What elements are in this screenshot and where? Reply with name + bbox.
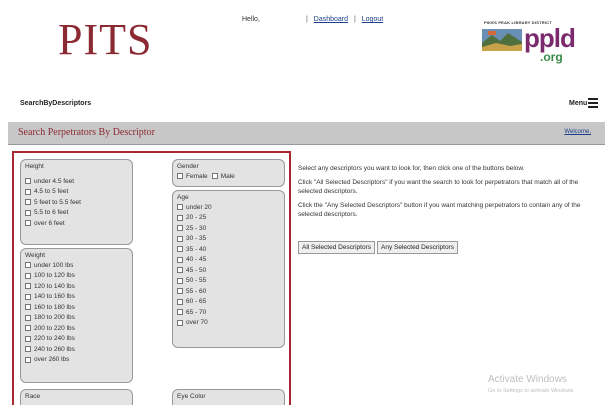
checkbox[interactable] (177, 256, 183, 263)
race-label: Race (25, 393, 41, 400)
ppld-domain: .org (540, 50, 563, 64)
breadcrumb: SearchByDescriptors (20, 100, 92, 107)
age-option[interactable]: 50 - 55 (177, 276, 280, 287)
age-option[interactable]: 20 - 25 (177, 213, 280, 224)
age-option[interactable]: 40 - 45 (177, 255, 280, 266)
checkbox[interactable] (177, 173, 183, 180)
weight-option[interactable]: 120 to 140 lbs (25, 281, 128, 292)
checkbox[interactable] (25, 283, 31, 290)
checkbox[interactable] (177, 309, 183, 316)
age-option[interactable]: 25 - 30 (177, 223, 280, 234)
checkbox[interactable] (177, 319, 183, 326)
weight-option[interactable]: 220 to 240 lbs (25, 334, 128, 345)
watermark-title: Activate Windows (488, 374, 567, 385)
weight-option[interactable]: 100 to 120 lbs (25, 271, 128, 282)
checkbox[interactable] (25, 304, 31, 311)
weight-option[interactable]: 180 to 200 lbs (25, 313, 128, 324)
weight-option[interactable]: 240 to 260 lbs (25, 344, 128, 355)
eye-color-label: Eye Color (177, 393, 206, 400)
checkbox[interactable] (25, 199, 31, 206)
site-header: PITS Hello, | Dashboard | Logout PIKES P… (0, 0, 607, 92)
header-links: | Dashboard | Logout (302, 16, 383, 23)
weight-option[interactable]: under 100 lbs (25, 260, 128, 271)
weight-option[interactable]: over 260 lbs (25, 355, 128, 366)
hello-text: Hello, (242, 16, 260, 23)
eye-color-group: Eye Color (172, 389, 285, 405)
height-label: Height (25, 163, 44, 170)
age-option[interactable]: under 20 (177, 202, 280, 213)
weight-option[interactable]: 200 to 220 lbs (25, 323, 128, 334)
checkbox[interactable] (177, 298, 183, 305)
checkbox[interactable] (25, 325, 31, 332)
checkbox[interactable] (25, 346, 31, 353)
instructions: Select any descriptors you want to look … (298, 164, 598, 224)
hamburger-menu-icon[interactable] (588, 98, 598, 108)
height-group: Height under 4.5 feet 4.5 to 5 feet 5 fe… (20, 159, 133, 245)
welcome-link[interactable]: Welcome, (564, 129, 591, 135)
search-buttons: All Selected Descriptors Any Selected De… (298, 241, 460, 254)
weight-option[interactable]: 140 to 160 lbs (25, 292, 128, 303)
checkbox[interactable] (25, 272, 31, 279)
instruction-text: Click "All Selected Descriptors" if you … (298, 179, 579, 195)
height-option[interactable]: over 6 feet (25, 218, 128, 229)
descriptor-form: Height under 4.5 feet 4.5 to 5 feet 5 fe… (12, 151, 291, 405)
age-option[interactable]: over 70 (177, 318, 280, 329)
age-option[interactable]: 30 - 35 (177, 234, 280, 245)
age-option[interactable]: 45 - 50 (177, 265, 280, 276)
checkbox[interactable] (177, 246, 183, 253)
checkbox[interactable] (25, 262, 31, 269)
checkbox[interactable] (25, 209, 31, 216)
weight-option[interactable]: 160 to 180 lbs (25, 302, 128, 313)
race-group: Race (20, 389, 133, 405)
checkbox[interactable] (177, 225, 183, 232)
any-selected-descriptors-button[interactable]: Any Selected Descriptors (377, 241, 458, 254)
checkbox[interactable] (25, 188, 31, 195)
dashboard-link[interactable]: Dashboard (314, 16, 348, 23)
height-option[interactable]: 5.5 to 6 feet (25, 208, 128, 219)
age-option[interactable]: 35 - 40 (177, 244, 280, 255)
checkbox[interactable] (25, 356, 31, 363)
checkbox[interactable] (177, 235, 183, 242)
age-label: Age (177, 194, 189, 201)
logout-link[interactable]: Logout (362, 16, 383, 23)
age-option[interactable]: 60 - 65 (177, 297, 280, 308)
height-option[interactable]: 4.5 to 5 feet (25, 187, 128, 198)
checkbox[interactable] (177, 214, 183, 221)
instruction-text: Select any descriptors you want to look … (298, 165, 525, 172)
age-option[interactable]: 55 - 60 (177, 286, 280, 297)
menu-label[interactable]: Menu (569, 100, 587, 107)
gender-group: Gender Female Male (172, 159, 285, 187)
checkbox[interactable] (177, 267, 183, 274)
checkbox[interactable] (25, 314, 31, 321)
checkbox[interactable] (177, 288, 183, 295)
checkbox[interactable] (177, 277, 183, 284)
page-title: Search Perpetrators By Descriptor (18, 127, 155, 138)
page-title-bar: Search Perpetrators By Descriptor Welcom… (8, 122, 605, 145)
checkbox[interactable] (25, 220, 31, 227)
activate-windows-watermark: Activate Windows Go to Settings to activ… (488, 374, 575, 394)
mountain-photo-icon (482, 29, 522, 51)
height-option[interactable]: under 4.5 feet (25, 176, 128, 187)
ppld-logo[interactable]: PIKES PEAK LIBRARY DISTRICT ppld .org (480, 20, 580, 70)
pits-logo[interactable]: PITS (58, 14, 152, 65)
link-separator: | (353, 16, 356, 23)
weight-label: Weight (25, 252, 46, 259)
checkbox[interactable] (25, 293, 31, 300)
gender-option-female[interactable]: Female (177, 171, 208, 182)
checkbox[interactable] (25, 178, 31, 185)
watermark-subtitle: Go to Settings to activate Windows. (488, 388, 575, 394)
age-option[interactable]: 65 - 70 (177, 307, 280, 318)
link-separator: | (306, 16, 308, 23)
checkbox[interactable] (177, 204, 183, 211)
checkbox[interactable] (211, 173, 218, 180)
checkbox[interactable] (25, 335, 31, 342)
gender-label: Gender (177, 163, 199, 170)
all-selected-descriptors-button[interactable]: All Selected Descriptors (298, 241, 375, 254)
height-option[interactable]: 5 feet to 5.5 feet (25, 197, 128, 208)
gender-option-male[interactable]: Male (211, 171, 235, 182)
age-group: Age under 20 20 - 25 25 - 30 30 - 35 35 … (172, 190, 285, 348)
weight-group: Weight under 100 lbs 100 to 120 lbs 120 … (20, 248, 133, 383)
instruction-text: Click the "Any Selected Descriptors" but… (298, 202, 581, 218)
